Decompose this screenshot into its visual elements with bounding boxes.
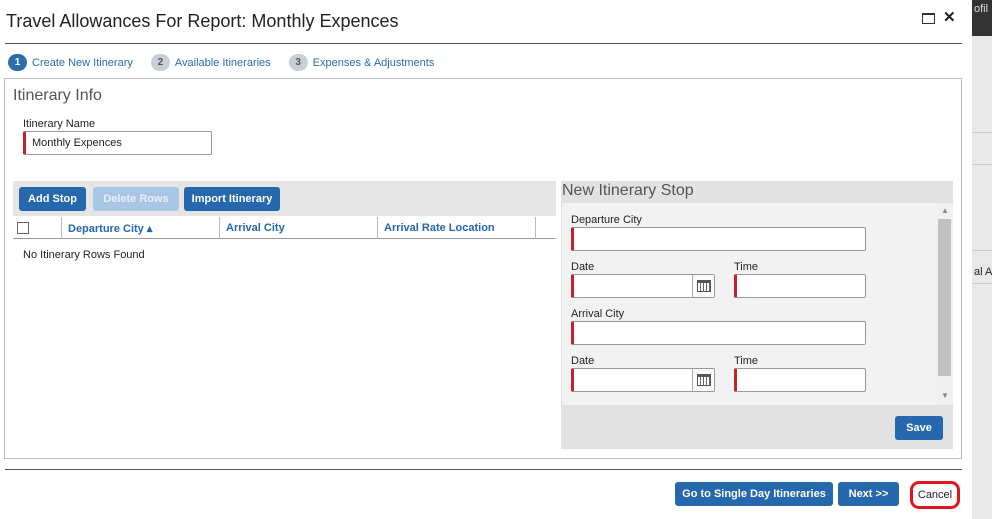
departure-date-label: Date	[571, 261, 595, 273]
save-button[interactable]: Save	[895, 416, 943, 440]
single-day-itineraries-button[interactable]: Go to Single Day Itineraries	[675, 482, 833, 506]
modal-title: Travel Allowances For Report: Monthly Ex…	[6, 11, 399, 31]
arrival-time-label: Time	[734, 355, 759, 367]
select-all-cell	[13, 217, 62, 239]
add-stop-button[interactable]: Add Stop	[19, 187, 86, 211]
arrival-city-input[interactable]	[571, 321, 866, 345]
scroll-down-icon[interactable]: ▼	[941, 391, 949, 400]
maximize-icon[interactable]	[922, 12, 935, 24]
select-all-checkbox[interactable]	[17, 222, 29, 234]
close-icon[interactable]: ✕	[943, 10, 956, 25]
step-expenses-adjustments[interactable]: 3 Expenses & Adjustments	[288, 54, 435, 71]
next-button[interactable]: Next >>	[838, 482, 899, 506]
departure-time-input[interactable]	[734, 274, 866, 298]
step-label: Create New Itinerary	[32, 56, 133, 69]
itinerary-info-heading: Itinerary Info	[13, 87, 102, 104]
arrival-time-input[interactable]	[734, 368, 866, 392]
new-itinerary-stop-heading: New Itinerary Stop	[562, 182, 694, 199]
background-header-text: ofil	[974, 3, 989, 15]
arrival-date-label: Date	[571, 355, 595, 367]
cancel-label: Cancel	[917, 489, 953, 501]
itinerary-name-label: Itinerary Name	[23, 118, 96, 130]
departure-time-label: Time	[734, 261, 759, 273]
background-divider	[972, 164, 992, 165]
step-number: 2	[150, 54, 170, 71]
arrival-date-picker[interactable]	[692, 369, 714, 391]
step-number: 1	[8, 54, 27, 71]
column-departure-city[interactable]: Departure City ▴	[62, 217, 220, 239]
background-divider	[972, 132, 992, 133]
itinerary-name-input[interactable]: Monthly Expences	[23, 131, 212, 155]
step-number: 3	[288, 54, 308, 71]
column-arrival-city[interactable]: Arrival City	[220, 217, 378, 239]
background-text: al Af	[974, 266, 992, 278]
step-create-new-itinerary[interactable]: 1 Create New Itinerary	[8, 54, 133, 71]
scroll-up-icon[interactable]: ▲	[941, 206, 949, 215]
footer-divider	[5, 469, 962, 470]
travel-allowance-modal: Travel Allowances For Report: Monthly Ex…	[0, 0, 972, 519]
cancel-button[interactable]: Cancel	[910, 481, 960, 509]
arrival-city-label: Arrival City	[571, 308, 625, 320]
step-label: Expenses & Adjustments	[312, 56, 435, 69]
background-divider	[972, 250, 992, 251]
delete-rows-button[interactable]: Delete Rows	[93, 187, 179, 211]
wizard-steps: 1 Create New Itinerary 2 Available Itine…	[8, 54, 452, 71]
column-arrival-rate-location[interactable]: Arrival Rate Location	[378, 217, 536, 239]
form-scrollbar-thumb[interactable]	[938, 219, 951, 376]
step-label: Available Itineraries	[174, 56, 271, 69]
departure-city-label: Departure City	[571, 214, 642, 226]
import-itinerary-button[interactable]: Import Itinerary	[184, 187, 280, 211]
empty-grid-message: No Itinerary Rows Found	[23, 249, 145, 261]
departure-city-input[interactable]	[571, 227, 866, 251]
step-available-itineraries[interactable]: 2 Available Itineraries	[150, 54, 271, 71]
window-controls: ✕	[922, 10, 956, 25]
calendar-icon	[696, 280, 711, 292]
background-page: ofil al Af	[972, 0, 992, 519]
title-divider	[5, 43, 962, 44]
calendar-icon	[696, 374, 711, 386]
itinerary-grid-header: Departure City ▴ Arrival City Arrival Ra…	[13, 217, 556, 239]
departure-date-picker[interactable]	[692, 275, 714, 297]
background-header: ofil	[972, 0, 992, 36]
background-divider	[972, 283, 992, 284]
